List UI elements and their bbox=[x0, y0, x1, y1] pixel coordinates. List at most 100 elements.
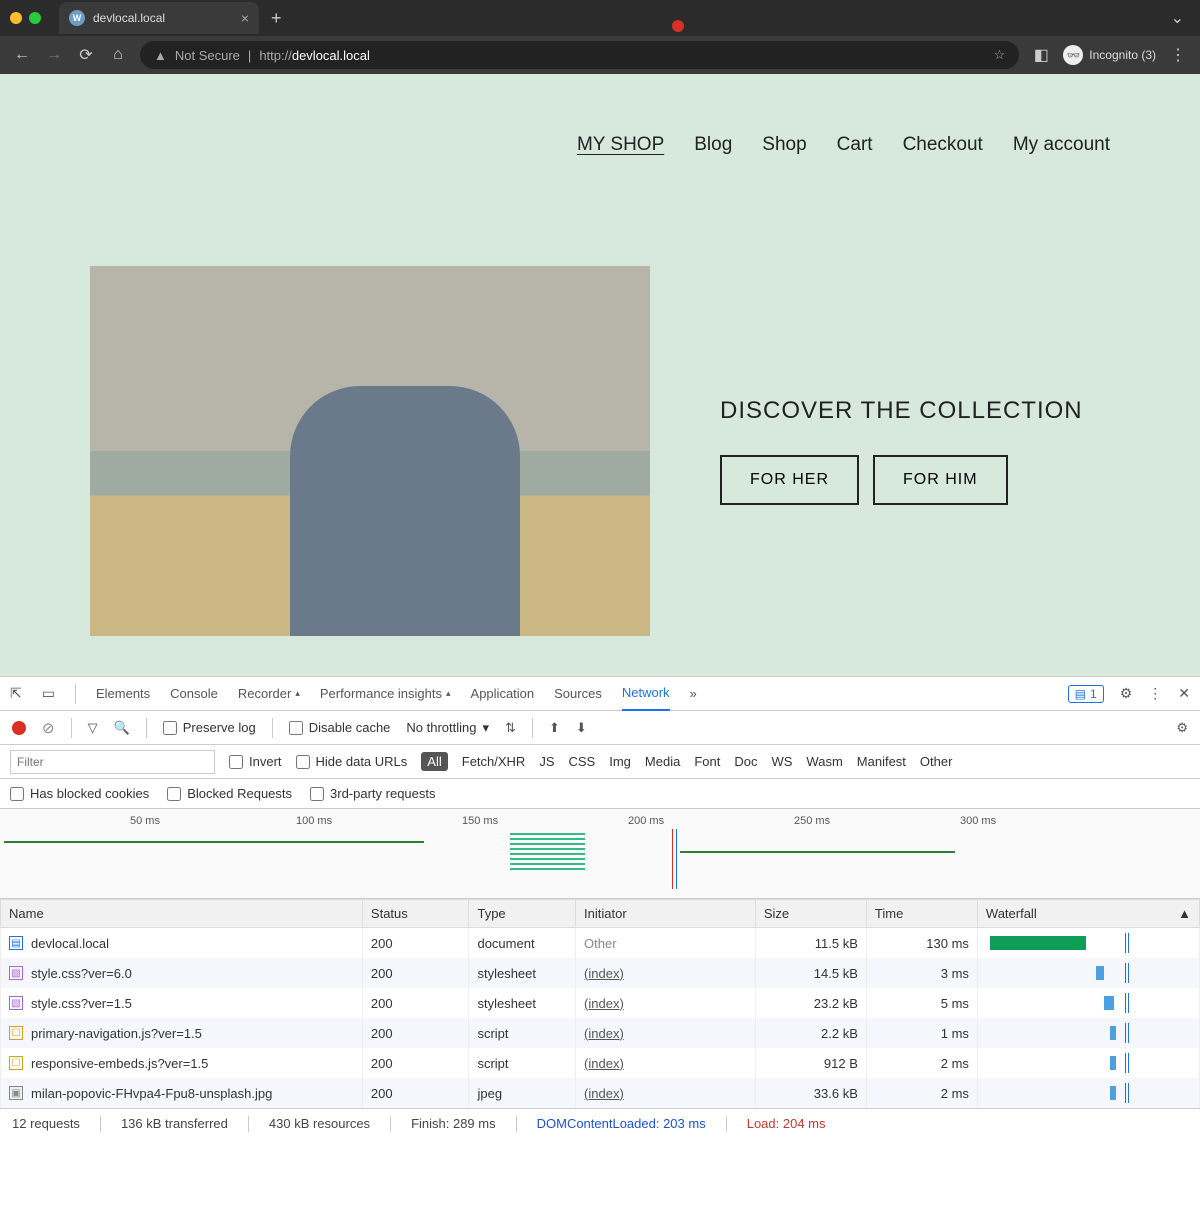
col-name[interactable]: Name bbox=[1, 900, 363, 928]
nav-item-my-account[interactable]: My account bbox=[1013, 134, 1110, 156]
device-toggle-icon[interactable]: ▭ bbox=[42, 685, 55, 702]
record-button[interactable] bbox=[12, 721, 26, 735]
devtools-tab-elements[interactable]: Elements bbox=[96, 686, 150, 701]
table-row[interactable]: ☐primary-navigation.js?ver=1.5200script(… bbox=[1, 1018, 1200, 1048]
nav-item-cart[interactable]: Cart bbox=[837, 134, 873, 156]
url-field[interactable]: ▲ Not Secure | http://devlocal.local ☆ bbox=[140, 41, 1019, 69]
hero-section: DISCOVER THE COLLECTION FOR HER FOR HIM bbox=[90, 266, 1110, 636]
table-row[interactable]: ▤devlocal.local200documentOther11.5 kB13… bbox=[1, 928, 1200, 959]
close-window-icon[interactable] bbox=[672, 20, 684, 32]
request-status: 200 bbox=[362, 928, 469, 959]
request-name: responsive-embeds.js?ver=1.5 bbox=[31, 1056, 208, 1071]
bookmark-star-icon[interactable]: ☆ bbox=[994, 47, 1006, 63]
browser-tab[interactable]: W devlocal.local × bbox=[59, 2, 259, 34]
settings-gear-icon[interactable]: ⚙ bbox=[1120, 685, 1133, 702]
forward-button[interactable]: → bbox=[44, 46, 64, 64]
col-waterfall[interactable]: Waterfall▲ bbox=[977, 900, 1199, 928]
filter-toggle-icon[interactable]: ▽ bbox=[88, 720, 98, 736]
filter-has-blocked-cookies[interactable]: Has blocked cookies bbox=[10, 786, 149, 801]
request-name: milan-popovic-FHvpa4-Fpu8-unsplash.jpg bbox=[31, 1086, 272, 1101]
nav-item-my-shop[interactable]: MY SHOP bbox=[577, 134, 664, 156]
col-size[interactable]: Size bbox=[755, 900, 866, 928]
col-time[interactable]: Time bbox=[866, 900, 977, 928]
timeline-tick: 50 ms bbox=[130, 815, 160, 827]
inspect-element-icon[interactable]: ⇱ bbox=[10, 685, 22, 702]
devtools-menu-icon[interactable]: ⋮ bbox=[1148, 685, 1162, 702]
filter-type-media[interactable]: Media bbox=[645, 754, 680, 769]
url-text: http://devlocal.local bbox=[259, 48, 370, 63]
new-tab-button[interactable]: + bbox=[271, 8, 282, 29]
search-icon[interactable]: 🔍 bbox=[114, 720, 130, 736]
throttling-select[interactable]: No throttling▾ bbox=[406, 720, 489, 736]
devtools-tab-sources[interactable]: Sources bbox=[554, 686, 602, 701]
col-initiator[interactable]: Initiator bbox=[576, 900, 756, 928]
file-type-icon: ▣ bbox=[9, 1086, 23, 1100]
maximize-window-icon[interactable] bbox=[29, 12, 41, 24]
nav-item-shop[interactable]: Shop bbox=[762, 134, 806, 156]
network-timeline[interactable]: 50 ms100 ms150 ms200 ms250 ms300 ms bbox=[0, 809, 1200, 899]
export-har-icon[interactable]: ⬇ bbox=[576, 720, 587, 736]
table-header-row[interactable]: NameStatusTypeInitiatorSizeTimeWaterfall… bbox=[1, 900, 1200, 928]
filter-type-css[interactable]: CSS bbox=[569, 754, 596, 769]
request-initiator[interactable]: (index) bbox=[584, 1056, 624, 1071]
home-button[interactable]: ⌂ bbox=[108, 46, 128, 64]
col-status[interactable]: Status bbox=[362, 900, 469, 928]
import-har-icon[interactable]: ⬆ bbox=[549, 720, 560, 736]
filter-3rd-party-requests[interactable]: 3rd-party requests bbox=[310, 786, 436, 801]
filter-type-font[interactable]: Font bbox=[694, 754, 720, 769]
request-initiator[interactable]: (index) bbox=[584, 996, 624, 1011]
hide-data-urls-checkbox[interactable]: Hide data URLs bbox=[296, 754, 408, 769]
request-time: 3 ms bbox=[866, 958, 977, 988]
timeline-tick: 300 ms bbox=[960, 815, 996, 827]
filter-input[interactable] bbox=[10, 750, 215, 774]
filter-type-all[interactable]: All bbox=[421, 752, 447, 771]
panel-icon[interactable]: ◧ bbox=[1031, 45, 1051, 65]
clear-button[interactable]: ⊘ bbox=[42, 719, 55, 737]
for-him-button[interactable]: FOR HIM bbox=[873, 455, 1008, 505]
filter-type-other[interactable]: Other bbox=[920, 754, 953, 769]
disable-cache-checkbox[interactable]: Disable cache bbox=[289, 720, 391, 735]
request-initiator[interactable]: (index) bbox=[584, 1086, 624, 1101]
invert-checkbox[interactable]: Invert bbox=[229, 754, 282, 769]
devtools-tab-performance-insights[interactable]: Performance insights ▴ bbox=[320, 686, 451, 701]
reload-button[interactable]: ⟳ bbox=[76, 45, 96, 65]
issues-badge[interactable]: ▤ 1 bbox=[1068, 685, 1104, 703]
filter-blocked-requests[interactable]: Blocked Requests bbox=[167, 786, 292, 801]
col-type[interactable]: Type bbox=[469, 900, 576, 928]
back-button[interactable]: ← bbox=[12, 46, 32, 64]
filter-type-js[interactable]: JS bbox=[539, 754, 554, 769]
filter-type-wasm[interactable]: Wasm bbox=[806, 754, 842, 769]
table-row[interactable]: ▣milan-popovic-FHvpa4-Fpu8-unsplash.jpg2… bbox=[1, 1078, 1200, 1108]
nav-item-blog[interactable]: Blog bbox=[694, 134, 732, 156]
table-row[interactable]: ☐responsive-embeds.js?ver=1.5200script(i… bbox=[1, 1048, 1200, 1078]
browser-menu-icon[interactable]: ⋮ bbox=[1168, 45, 1188, 65]
tabs-dropdown-icon[interactable]: ⌄ bbox=[1171, 8, 1184, 28]
filter-type-img[interactable]: Img bbox=[609, 754, 631, 769]
filter-type-manifest[interactable]: Manifest bbox=[857, 754, 906, 769]
close-devtools-icon[interactable]: ✕ bbox=[1178, 685, 1190, 702]
request-initiator[interactable]: (index) bbox=[584, 1026, 624, 1041]
incognito-badge[interactable]: 👓 Incognito (3) bbox=[1063, 45, 1156, 65]
devtools-tab-application[interactable]: Application bbox=[471, 686, 535, 701]
preserve-log-checkbox[interactable]: Preserve log bbox=[163, 720, 256, 735]
request-size: 33.6 kB bbox=[755, 1078, 866, 1108]
minimize-window-icon[interactable] bbox=[10, 12, 22, 24]
table-row[interactable]: ▧style.css?ver=1.5200stylesheet(index)23… bbox=[1, 988, 1200, 1018]
close-tab-icon[interactable]: × bbox=[241, 10, 249, 26]
network-conditions-icon[interactable]: ⇅ bbox=[505, 720, 516, 736]
request-time: 1 ms bbox=[866, 1018, 977, 1048]
devtools-tab-recorder[interactable]: Recorder ▴ bbox=[238, 686, 300, 701]
window-controls[interactable] bbox=[10, 12, 41, 24]
more-tabs-icon[interactable]: » bbox=[690, 686, 697, 701]
wordpress-favicon-icon: W bbox=[69, 10, 85, 26]
for-her-button[interactable]: FOR HER bbox=[720, 455, 859, 505]
nav-item-checkout[interactable]: Checkout bbox=[903, 134, 983, 156]
filter-type-doc[interactable]: Doc bbox=[734, 754, 757, 769]
filter-type-ws[interactable]: WS bbox=[771, 754, 792, 769]
devtools-tab-network[interactable]: Network bbox=[622, 677, 670, 711]
filter-type-fetchxhr[interactable]: Fetch/XHR bbox=[462, 754, 526, 769]
network-settings-gear-icon[interactable]: ⚙ bbox=[1176, 720, 1188, 736]
request-initiator[interactable]: (index) bbox=[584, 966, 624, 981]
devtools-tab-console[interactable]: Console bbox=[170, 686, 218, 701]
table-row[interactable]: ▧style.css?ver=6.0200stylesheet(index)14… bbox=[1, 958, 1200, 988]
